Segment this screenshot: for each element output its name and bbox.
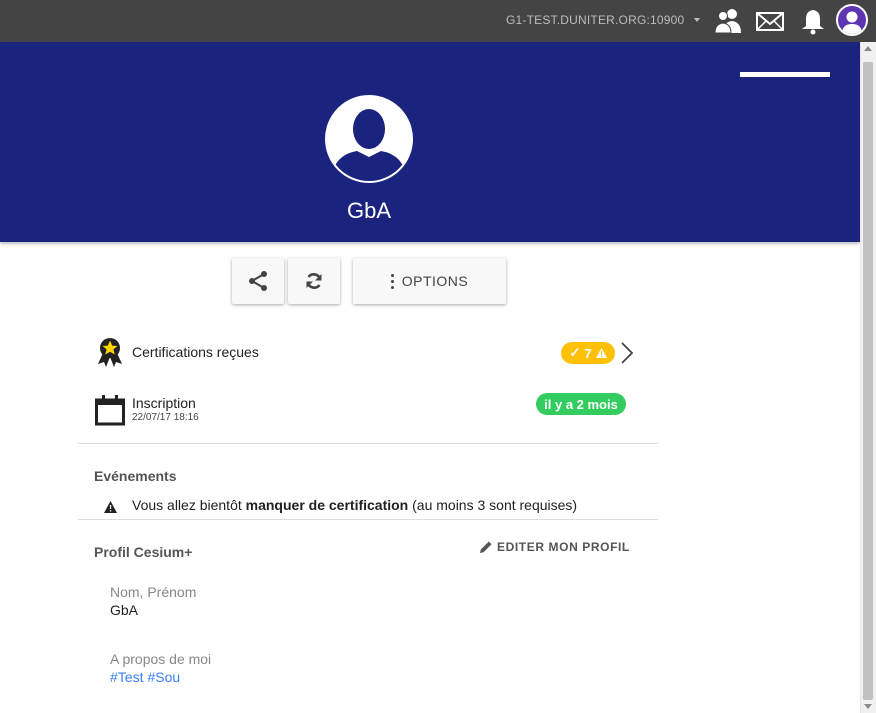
certification-icon xyxy=(96,337,124,372)
scroll-down-icon[interactable] xyxy=(864,704,872,709)
mail-icon[interactable] xyxy=(755,6,785,36)
header-bar xyxy=(740,72,830,77)
chevron-right-icon[interactable] xyxy=(620,342,634,369)
inscription-label: Inscription xyxy=(132,395,196,411)
pencil-icon xyxy=(480,541,492,553)
events-title: Evénements xyxy=(94,468,177,484)
check-icon: ✓ xyxy=(569,345,581,360)
about-tags: #Test #Sou xyxy=(110,669,184,685)
about-label: A propos de moi xyxy=(110,651,212,667)
scrollbar-thumb[interactable] xyxy=(863,62,873,700)
edit-profile-button[interactable]: EDITER MON PROFIL xyxy=(479,540,630,554)
share-button[interactable] xyxy=(232,258,284,304)
options-button[interactable]: OPTIONS xyxy=(353,258,506,304)
inscription-badge: il y a 2 mois xyxy=(536,393,626,415)
certifications-label[interactable]: Certifications reçues xyxy=(132,344,259,360)
warning-icon xyxy=(104,500,117,518)
name-label: Nom, Prénom xyxy=(110,584,197,600)
user-avatar[interactable] xyxy=(836,4,868,36)
profile-name: GbA xyxy=(346,198,392,223)
refresh-button[interactable] xyxy=(288,258,340,304)
scroll-up-icon[interactable] xyxy=(864,46,872,51)
cesium-profile-title: Profil Cesium+ xyxy=(94,544,193,560)
name-value: GbA xyxy=(110,602,139,618)
options-label: OPTIONS xyxy=(401,273,469,289)
divider xyxy=(78,519,658,520)
node-selector[interactable]: G1-TEST.DUNITER.ORG:10900 xyxy=(506,13,684,27)
refresh-icon xyxy=(306,273,322,289)
tag-link[interactable]: #Sou xyxy=(147,669,180,685)
more-vertical-icon xyxy=(390,273,394,289)
share-icon xyxy=(249,271,267,291)
warning-icon xyxy=(595,348,607,358)
bell-icon[interactable] xyxy=(798,6,828,36)
certifications-badge[interactable]: ✓ 7 xyxy=(561,342,615,364)
calendar-icon xyxy=(95,394,125,431)
tag-link[interactable]: #Test xyxy=(110,669,143,685)
chevron-down-icon[interactable] xyxy=(694,18,700,22)
event-message: Vous allez bientôt manquer de certificat… xyxy=(132,497,578,513)
profile-header: GbA xyxy=(0,42,860,242)
certifications-count: 7 xyxy=(584,345,592,361)
divider xyxy=(78,443,658,444)
top-bar: G1-TEST.DUNITER.ORG:10900 xyxy=(0,0,876,42)
profile-avatar xyxy=(325,95,413,183)
inscription-date: 22/07/17 18:16 xyxy=(132,412,199,423)
users-icon[interactable] xyxy=(713,6,743,36)
